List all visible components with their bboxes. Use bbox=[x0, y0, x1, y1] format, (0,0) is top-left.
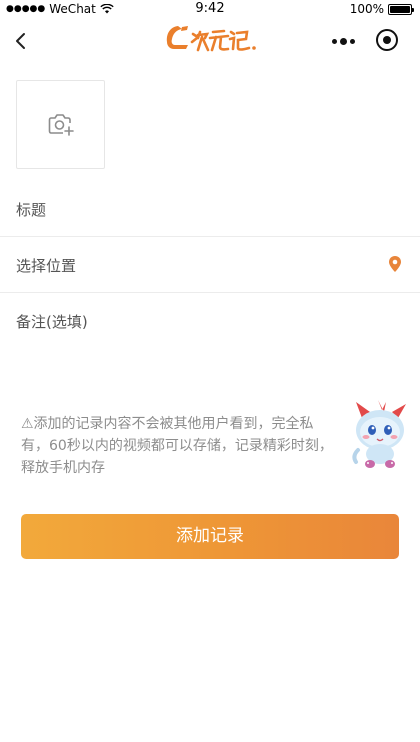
photo-upload-button[interactable] bbox=[16, 80, 105, 169]
battery-percent: 100% bbox=[349, 2, 384, 16]
status-bar: ●●●●● WeChat 9:42 100% bbox=[0, 0, 420, 18]
back-chevron-icon[interactable] bbox=[10, 28, 34, 54]
note-placeholder: 备注(选填) bbox=[16, 313, 88, 331]
map-pin-icon bbox=[389, 256, 401, 272]
battery-icon bbox=[388, 3, 414, 15]
mascot-illustration bbox=[352, 400, 406, 468]
nav-bar bbox=[0, 18, 420, 64]
dot bbox=[331, 38, 337, 44]
title-placeholder: 标题 bbox=[16, 201, 47, 219]
divider bbox=[0, 236, 420, 237]
add-record-button[interactable]: 添加记录 bbox=[21, 514, 399, 559]
location-selector[interactable]: 选择位置 bbox=[0, 238, 420, 292]
dot bbox=[339, 37, 347, 45]
more-dots-icon[interactable] bbox=[330, 30, 356, 52]
privacy-notice: ⚠添加的记录内容不会被其他用户看到，完全私有，60秒以内的视频都可以存储，记录精… bbox=[21, 416, 333, 476]
status-right: 100% bbox=[349, 2, 414, 16]
dot bbox=[349, 38, 355, 44]
location-label: 选择位置 bbox=[16, 257, 77, 275]
camera-add-icon bbox=[48, 114, 74, 136]
title-field[interactable]: 标题 bbox=[0, 182, 420, 236]
note-textarea[interactable]: 备注(选填) bbox=[0, 293, 420, 393]
app-logo bbox=[166, 26, 256, 52]
target-circle-icon[interactable] bbox=[376, 29, 398, 51]
